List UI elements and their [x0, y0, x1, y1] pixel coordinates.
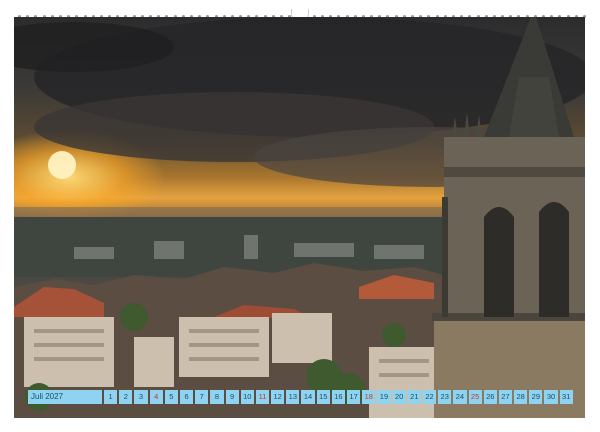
day-cell: 10 — [240, 390, 254, 404]
calendar-strip: Juli 2027 1 2 3 4 5 6 7 8 9 10 11 12 13 14 15 16 17 18 19 2… — [28, 390, 573, 404]
day-cell: 23 — [438, 390, 452, 404]
day-cell: 6 — [179, 390, 194, 404]
day-cell: 16 — [331, 390, 345, 404]
day-cell: 8 — [210, 390, 224, 404]
day-cell: 7 — [195, 390, 209, 404]
day-cell: 31 — [559, 390, 573, 404]
day-cell: 24 — [453, 390, 467, 404]
day-cell: 21 — [407, 390, 421, 404]
month-label: Juli 2027 — [28, 390, 102, 404]
city-skyline-illustration — [14, 17, 585, 418]
day-cell: 3 — [134, 390, 148, 404]
day-cell: 13 — [286, 390, 300, 404]
day-cell: 28 — [514, 390, 528, 404]
city-sunset-photo — [14, 17, 585, 418]
day-cell: 1 — [104, 390, 118, 404]
day-cell: 30 — [544, 390, 558, 404]
day-cell: 4 — [149, 390, 163, 404]
day-cell: 2 — [119, 390, 133, 404]
day-cell: 29 — [529, 390, 543, 404]
day-cell: 14 — [301, 390, 315, 404]
day-cell: 20 — [392, 390, 406, 404]
day-cell: 26 — [483, 390, 497, 404]
day-cell: 27 — [498, 390, 513, 404]
day-cell: 12 — [271, 390, 285, 404]
day-cell: 9 — [225, 390, 239, 404]
day-cell: 17 — [347, 390, 361, 404]
day-cell: 22 — [422, 390, 437, 404]
day-cell: 18 — [362, 390, 376, 404]
sun — [48, 151, 76, 179]
day-cell: 25 — [468, 390, 482, 404]
day-cell: 19 — [377, 390, 391, 404]
day-cell: 15 — [316, 390, 330, 404]
day-cell: 11 — [255, 390, 270, 404]
day-cell: 5 — [164, 390, 178, 404]
